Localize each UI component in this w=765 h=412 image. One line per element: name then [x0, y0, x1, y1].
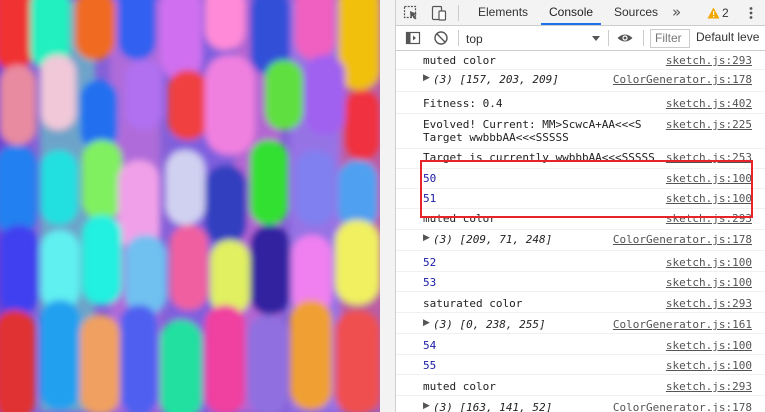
source-link[interactable]: sketch.js:100 [666, 172, 752, 185]
log-row: muted color sketch.js:293 [396, 209, 765, 230]
log-array[interactable]: (3) [163, 141, 52] [433, 401, 552, 412]
log-row: ▶ (3) [163, 141, 52] ColorGenerator.js:1… [396, 396, 765, 412]
warning-count: 2 [722, 6, 729, 20]
device-toolbar-icon[interactable] [430, 4, 448, 22]
log-number: 50 [423, 172, 437, 185]
expand-arrow-icon[interactable]: ▶ [423, 401, 430, 411]
source-link[interactable]: ColorGenerator.js:161 [613, 318, 752, 331]
source-link[interactable]: sketch.js:225 [666, 118, 752, 131]
log-row: 55 sketch.js:100 [396, 355, 765, 375]
log-array[interactable]: (3) [0, 238, 255] [433, 318, 546, 331]
dropdown-caret-icon [592, 35, 600, 41]
inspect-element-icon[interactable] [402, 4, 420, 22]
source-link[interactable]: ColorGenerator.js:178 [613, 73, 752, 86]
toolbar-separator [458, 30, 459, 46]
tab-elements[interactable]: Elements [470, 0, 536, 25]
log-levels-dropdown[interactable]: Default leve [696, 30, 759, 44]
toolbar-separator [458, 5, 459, 21]
log-number: 55 [423, 359, 437, 372]
log-row: Evolved! Current: MM>ScwcA+AA<<<S Target… [396, 114, 765, 149]
expand-arrow-icon[interactable]: ▶ [423, 233, 430, 243]
sidebar-toggle-icon[interactable] [404, 29, 422, 47]
log-number: 53 [423, 276, 437, 289]
log-number: 51 [423, 192, 437, 205]
devtools-tabbar: Elements Console Sources » 2 [396, 0, 765, 26]
console-toolbar: top Filter Default leve [396, 26, 765, 51]
source-link[interactable]: sketch.js:293 [666, 54, 752, 67]
log-row: 53 sketch.js:100 [396, 272, 765, 292]
source-link[interactable]: ColorGenerator.js:178 [613, 233, 752, 246]
context-value: top [466, 31, 483, 46]
context-selector[interactable]: top [466, 30, 604, 47]
warning-triangle-icon [707, 7, 720, 19]
log-message: saturated color [423, 297, 523, 310]
source-link[interactable]: sketch.js:100 [666, 256, 752, 269]
log-row: Target is currently wwbbbAA<<<SSSSS sket… [396, 149, 765, 169]
canvas-art [0, 0, 380, 412]
clear-console-icon[interactable] [432, 29, 450, 47]
source-link[interactable]: sketch.js:293 [666, 297, 752, 310]
source-link[interactable]: sketch.js:100 [666, 276, 752, 289]
log-message: Fitness: 0.4 [423, 97, 503, 110]
source-link[interactable]: sketch.js:100 [666, 339, 752, 352]
source-link[interactable]: sketch.js:293 [666, 212, 752, 225]
panel-divider[interactable] [380, 0, 396, 412]
log-row: muted color sketch.js:293 [396, 375, 765, 396]
log-row: 54 sketch.js:100 [396, 334, 765, 355]
source-link[interactable]: ColorGenerator.js:178 [613, 401, 752, 412]
kebab-menu-icon[interactable] [743, 5, 759, 21]
log-row: saturated color sketch.js:293 [396, 292, 765, 313]
log-row: Fitness: 0.4 sketch.js:402 [396, 92, 765, 114]
log-message: Target is currently wwbbbAA<<<SSSSS [423, 151, 655, 164]
log-row: ▶ (3) [0, 238, 255] ColorGenerator.js:16… [396, 313, 765, 334]
log-array[interactable]: (3) [157, 203, 209] [433, 73, 559, 86]
log-row: ▶ (3) [157, 203, 209] ColorGenerator.js:… [396, 70, 765, 92]
log-message: muted color [423, 54, 496, 67]
expand-arrow-icon[interactable]: ▶ [423, 73, 430, 83]
sketch-canvas[interactable] [0, 0, 380, 412]
log-number: 54 [423, 339, 437, 352]
tab-console[interactable]: Console [541, 0, 602, 25]
source-link[interactable]: sketch.js:293 [666, 380, 752, 393]
source-link[interactable]: sketch.js:100 [666, 192, 752, 205]
devtools-panel: Elements Console Sources » 2 top Filter … [396, 0, 765, 412]
warning-badge[interactable]: 2 [707, 5, 729, 21]
double-chevron-icon[interactable]: » [672, 3, 681, 21]
log-message: muted color [423, 212, 496, 225]
toolbar-separator [608, 30, 609, 46]
source-link[interactable]: sketch.js:253 [666, 151, 752, 164]
source-link[interactable]: sketch.js:100 [666, 359, 752, 372]
log-array[interactable]: (3) [209, 71, 248] [433, 233, 552, 246]
log-row: ▶ (3) [209, 71, 248] ColorGenerator.js:1… [396, 230, 765, 251]
live-expression-eye-icon[interactable] [616, 29, 634, 47]
tab-sources[interactable]: Sources [606, 0, 666, 25]
source-link[interactable]: sketch.js:402 [666, 97, 752, 110]
filter-input[interactable]: Filter [650, 29, 690, 48]
log-row: 52 sketch.js:100 [396, 251, 765, 272]
log-message: Evolved! Current: MM>ScwcA+AA<<<S Target… [423, 118, 642, 144]
toolbar-separator [643, 30, 644, 46]
log-message: muted color [423, 380, 496, 393]
log-row: 50 sketch.js:100 [396, 169, 765, 189]
log-row: 51 sketch.js:100 [396, 189, 765, 209]
log-number: 52 [423, 256, 437, 269]
expand-arrow-icon[interactable]: ▶ [423, 318, 430, 328]
console-messages: muted color sketch.js:293 ▶ (3) [157, 20… [396, 51, 765, 412]
log-row: muted color sketch.js:293 [396, 51, 765, 70]
